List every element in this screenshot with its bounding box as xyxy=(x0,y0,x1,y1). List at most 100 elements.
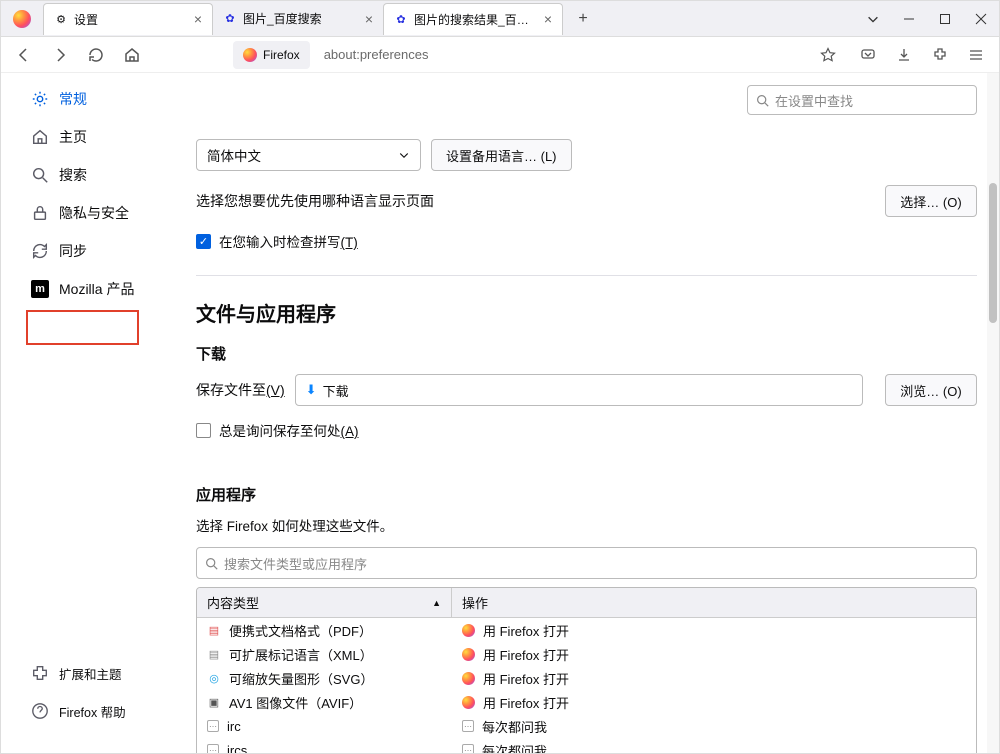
action-label: 用 Firefox 打开 xyxy=(483,621,569,640)
chevron-down-icon xyxy=(398,149,410,161)
tab-label: 设置 xyxy=(74,11,188,28)
sidebar-label: 隐私与安全 xyxy=(59,203,129,223)
firefox-icon xyxy=(462,672,475,685)
forward-button[interactable] xyxy=(45,40,75,70)
sidebar-label: 主页 xyxy=(59,127,87,147)
tabs-dropdown-button[interactable] xyxy=(855,3,891,35)
applications-table: 内容类型 ▲ 操作 ▤便携式文档格式（PDF）用 Firefox 打开▤可扩展标… xyxy=(196,587,977,753)
column-content-type[interactable]: 内容类型 ▲ xyxy=(197,588,452,617)
alt-language-button[interactable]: 设置备用语言… (L) xyxy=(431,139,572,171)
puzzle-icon xyxy=(31,664,49,682)
baidu-icon: ✿ xyxy=(394,12,408,26)
tab-baidu-images[interactable]: ✿ 图片_百度搜索 × xyxy=(213,3,383,35)
firefox-icon xyxy=(462,624,475,637)
sidebar-item-mozilla[interactable]: m Mozilla 产品 xyxy=(23,273,186,305)
gear-icon xyxy=(31,90,49,108)
applications-heading: 应用程序 xyxy=(196,484,977,505)
search-icon xyxy=(756,94,769,107)
pocket-icon[interactable] xyxy=(853,40,883,70)
table-row[interactable]: ▣ AV1 图像文件（AVIF） 用 Firefox 打开 xyxy=(197,690,976,714)
content-type: 便携式文档格式（PDF） xyxy=(229,621,372,640)
table-row[interactable]: ◎可缩放矢量图形（SVG）用 Firefox 打开 xyxy=(197,666,976,690)
always-ask-label: 总是询问保存至何处(A) xyxy=(219,420,359,440)
url-text[interactable]: about:preferences xyxy=(324,47,807,62)
close-icon[interactable]: × xyxy=(194,11,202,27)
language-selected: 简体中文 xyxy=(207,145,261,165)
sidebar-item-extensions[interactable]: 扩展和主题 xyxy=(23,657,186,689)
bookmark-star-icon[interactable] xyxy=(813,40,843,70)
search-placeholder: 在设置中查找 xyxy=(775,91,853,110)
identity-label: Firefox xyxy=(263,48,300,62)
spellcheck-checkbox[interactable] xyxy=(196,234,211,249)
sidebar-item-help[interactable]: Firefox 帮助 xyxy=(23,695,186,727)
table-row[interactable]: ⋯ircs⋯每次都问我 xyxy=(197,738,976,753)
divider xyxy=(196,275,977,276)
sync-icon xyxy=(31,242,49,260)
downloads-heading: 下载 xyxy=(196,343,977,364)
sidebar-label: 搜索 xyxy=(59,165,87,185)
sidebar-item-sync[interactable]: 同步 xyxy=(23,235,186,267)
download-arrow-icon: ⬇ xyxy=(306,382,317,398)
image-icon: ▣ xyxy=(207,695,221,709)
column-action[interactable]: 操作 xyxy=(452,593,498,612)
navigation-bar: Firefox about:preferences xyxy=(1,37,999,73)
close-icon[interactable]: × xyxy=(544,11,552,27)
content-area: 常规 主页 搜索 隐私与安全 同步 xyxy=(1,73,999,753)
content-type: 可缩放矢量图形（SVG） xyxy=(229,669,373,688)
maximize-button[interactable] xyxy=(927,3,963,35)
download-folder-input[interactable]: ⬇ 下载 xyxy=(295,374,863,406)
app-menu-icon[interactable] xyxy=(961,40,991,70)
table-header: 内容类型 ▲ 操作 xyxy=(197,588,976,618)
action-label: 每次都问我 xyxy=(482,741,547,754)
home-button[interactable] xyxy=(117,40,147,70)
download-folder-name: 下载 xyxy=(323,381,349,400)
close-icon[interactable]: × xyxy=(365,11,373,27)
tab-settings[interactable]: ⚙ 设置 × xyxy=(43,3,213,35)
content-type: AV1 图像文件（AVIF） xyxy=(229,693,362,712)
table-row[interactable]: ⋯irc⋯每次都问我 xyxy=(197,714,976,738)
gear-icon: ⚙ xyxy=(54,12,68,26)
files-apps-heading: 文件与应用程序 xyxy=(196,298,977,327)
protocol-icon: ⋯ xyxy=(462,744,474,753)
tab-baidu-results[interactable]: ✿ 图片的搜索结果_百度图片搜索 × xyxy=(383,3,563,35)
spellcheck-label: 在您输入时检查拼写(T) xyxy=(219,231,358,251)
content-type: 可扩展标记语言（XML） xyxy=(229,645,373,664)
reload-button[interactable] xyxy=(81,40,111,70)
language-desc: 选择您想要优先使用哪种语言显示页面 xyxy=(196,191,434,211)
app-search-input[interactable]: 搜索文件类型或应用程序 xyxy=(196,547,977,579)
downloads-icon[interactable] xyxy=(889,40,919,70)
minimize-button[interactable] xyxy=(891,3,927,35)
close-window-button[interactable] xyxy=(963,3,999,35)
vertical-scrollbar[interactable] xyxy=(987,73,999,753)
mozilla-icon: m xyxy=(31,280,49,298)
choose-language-button[interactable]: 选择… (O) xyxy=(885,185,977,217)
tab-label: 图片_百度搜索 xyxy=(243,10,359,27)
browse-button[interactable]: 浏览… (O) xyxy=(885,374,977,406)
language-select[interactable]: 简体中文 xyxy=(196,139,421,171)
protocol-icon: ⋯ xyxy=(462,720,474,732)
table-row[interactable]: ▤便携式文档格式（PDF）用 Firefox 打开 xyxy=(197,618,976,642)
sidebar-label: Firefox 帮助 xyxy=(59,702,126,721)
table-row[interactable]: ▤可扩展标记语言（XML）用 Firefox 打开 xyxy=(197,642,976,666)
sidebar-item-general[interactable]: 常规 xyxy=(23,83,186,115)
sidebar-item-search[interactable]: 搜索 xyxy=(23,159,186,191)
extensions-icon[interactable] xyxy=(925,40,955,70)
scrollbar-thumb[interactable] xyxy=(989,183,997,323)
sidebar-label: 常规 xyxy=(59,89,87,109)
always-ask-checkbox[interactable] xyxy=(196,423,211,438)
firefox-icon xyxy=(462,696,475,709)
action-label: 用 Firefox 打开 xyxy=(483,669,569,688)
xml-icon: ▤ xyxy=(207,647,221,661)
applications-desc: 选择 Firefox 如何处理这些文件。 xyxy=(196,515,977,535)
action-label: 用 Firefox 打开 xyxy=(483,693,569,712)
settings-search-input[interactable]: 在设置中查找 xyxy=(747,85,977,115)
sidebar-item-home[interactable]: 主页 xyxy=(23,121,186,153)
action-label: 每次都问我 xyxy=(482,717,547,736)
new-tab-button[interactable]: + xyxy=(569,5,597,33)
back-button[interactable] xyxy=(9,40,39,70)
identity-pill[interactable]: Firefox xyxy=(233,41,310,69)
sidebar-label: Mozilla 产品 xyxy=(59,279,134,299)
sidebar-item-privacy[interactable]: 隐私与安全 xyxy=(23,197,186,229)
firefox-icon xyxy=(462,648,475,661)
settings-sidebar: 常规 主页 搜索 隐私与安全 同步 xyxy=(1,73,196,753)
